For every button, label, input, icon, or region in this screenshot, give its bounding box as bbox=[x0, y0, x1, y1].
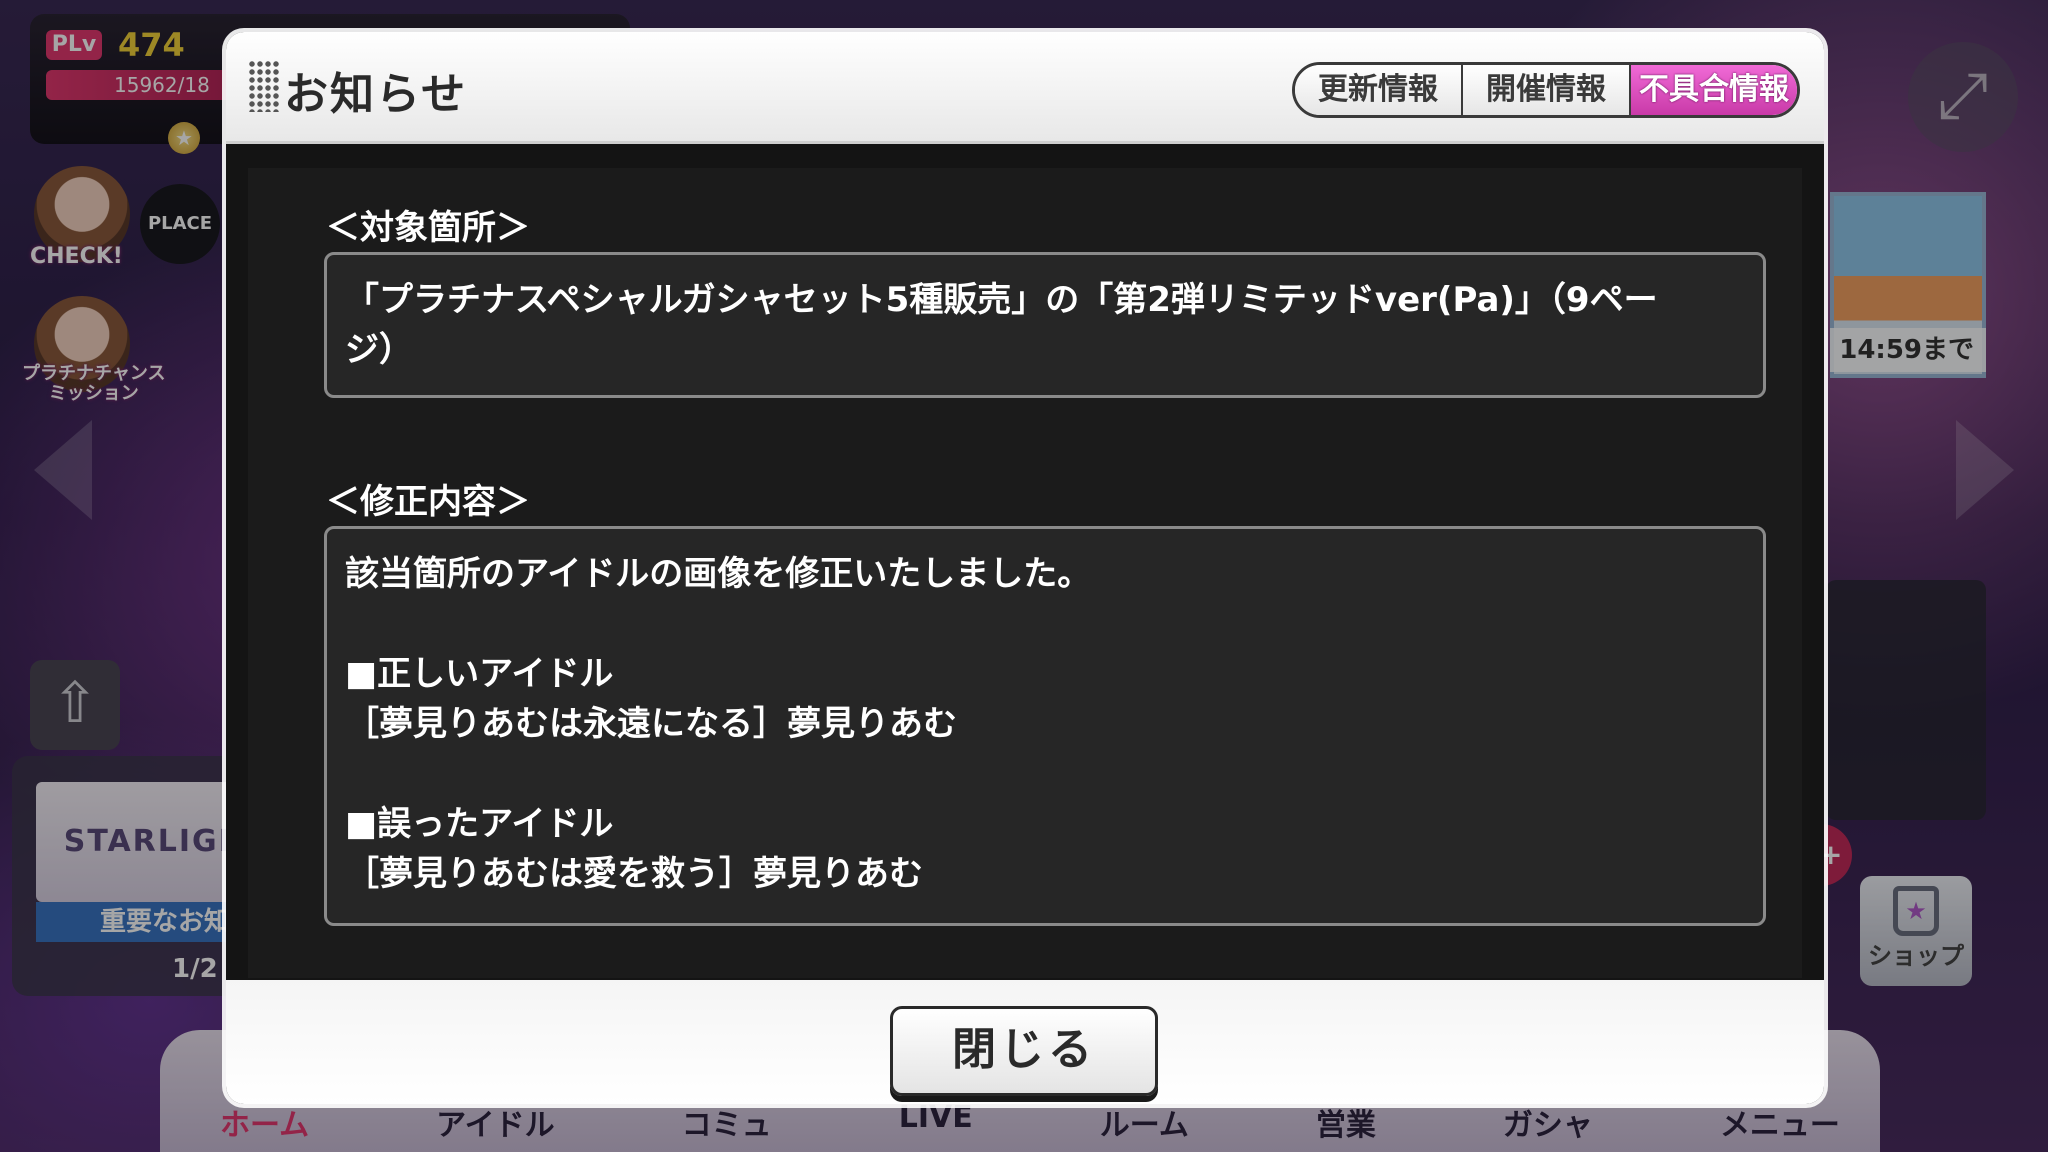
target-line-1: 「プラチナスペシャルガシャセット5種販売」の「第2弾リミテッドver(Pa)」（… bbox=[345, 280, 1658, 320]
target-line-2: ジ） bbox=[345, 330, 413, 370]
grip-dots-icon bbox=[248, 60, 280, 112]
fix-section-heading: ＜修正内容＞ bbox=[326, 482, 530, 522]
dialog-footer: 閉じる bbox=[226, 980, 1824, 1104]
dialog-content: ＜対象箇所＞ 「プラチナスペシャルガシャセット5種販売」の「第2弾リミテッドve… bbox=[248, 168, 1802, 978]
wrong-idol-item: ［夢見りあむは愛を救う］夢見りあむ bbox=[345, 854, 923, 894]
correct-idol-item: ［夢見りあむは永遠になる］夢見りあむ bbox=[345, 704, 957, 744]
target-text-box: 「プラチナスペシャルガシャセット5種販売」の「第2弾リミテッドver(Pa)」（… bbox=[324, 252, 1766, 398]
wrong-idol-heading: ■誤ったアイドル bbox=[345, 804, 614, 844]
tab-bug-info[interactable]: 不具合情報 bbox=[1631, 65, 1797, 115]
tab-event-info[interactable]: 開催情報 bbox=[1463, 65, 1631, 115]
fix-line-1: 該当箇所のアイドルの画像を修正いたしました。 bbox=[345, 554, 1092, 594]
tab-update-info[interactable]: 更新情報 bbox=[1295, 65, 1463, 115]
notice-dialog: お知らせ 更新情報 開催情報 不具合情報 ＜対象箇所＞ 「プラチナスペシャルガシ… bbox=[226, 32, 1824, 1104]
correct-idol-heading: ■正しいアイドル bbox=[345, 654, 614, 694]
fix-text-box: 該当箇所のアイドルの画像を修正いたしました。 ■正しいアイドル ［夢見りあむは永… bbox=[324, 526, 1766, 926]
target-section-heading: ＜対象箇所＞ bbox=[326, 208, 530, 248]
dialog-header: お知らせ 更新情報 開催情報 不具合情報 bbox=[226, 32, 1824, 144]
close-button[interactable]: 閉じる bbox=[890, 1006, 1158, 1096]
notice-tabs: 更新情報 開催情報 不具合情報 bbox=[1292, 62, 1800, 118]
game-screen: PLv 474 15962/18 ★ CHECK! PLACE プラチナチャンス… bbox=[0, 0, 2048, 1152]
dialog-title: お知らせ bbox=[284, 69, 468, 120]
